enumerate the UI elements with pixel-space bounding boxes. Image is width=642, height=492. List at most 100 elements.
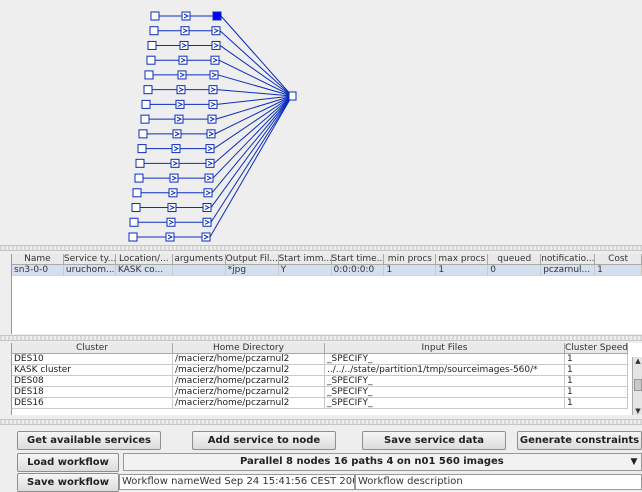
splitter-bottom[interactable] [0, 419, 642, 425]
controls-panel: Get available services Add service to no… [11, 428, 642, 492]
job-col-header[interactable]: Start time... [331, 254, 385, 265]
job-col-header[interactable]: queued [488, 254, 542, 265]
table-cell[interactable]: DES10 [12, 354, 173, 365]
scroll-down-icon[interactable]: ▼ [634, 407, 642, 415]
workflow-graph[interactable] [0, 0, 642, 246]
graph-node[interactable] [135, 158, 145, 168]
graph-node-selected[interactable] [212, 11, 222, 21]
table-cell[interactable]: DES18 [12, 387, 173, 398]
table-cell[interactable]: /macierz/home/pczarnul2 [173, 354, 325, 365]
table-row[interactable]: DES16/macierz/home/pczarnul2 _SPECIFY_ 1 [12, 398, 642, 409]
job-table-header: Name Service ty... Location/... arguments Ou… [12, 254, 642, 265]
table-cell[interactable]: KASK cluster [12, 365, 173, 376]
table-cell[interactable]: /macierz/home/pczarnul2 [173, 376, 325, 387]
col-home-directory-header[interactable]: Home Directory [173, 343, 325, 354]
workflow-select[interactable]: Parallel 8 nodes 16 paths 4 on n01 560 i… [123, 453, 642, 471]
table-cell[interactable]: *jpg [225, 265, 279, 276]
generate-constraints-button[interactable]: Generate constraints [517, 431, 642, 450]
table-cell[interactable]: 1 [384, 265, 437, 276]
get-available-services-button[interactable]: Get available services [17, 431, 161, 450]
cluster-table-scrollbar[interactable]: ▲ ▼ [632, 357, 642, 415]
table-cell[interactable]: /macierz/home/pczarnul2 [173, 365, 325, 376]
graph-node[interactable] [143, 85, 153, 95]
workflow-graph-canvas[interactable] [0, 0, 642, 246]
table-row[interactable]: DES18/macierz/home/pczarnul2 _SPECIFY_ 1 [12, 387, 642, 398]
job-col-header[interactable]: Start imm... [278, 254, 332, 265]
table-cell[interactable]: sn3-0-0 [12, 265, 64, 276]
graph-node[interactable] [128, 232, 138, 242]
graph-node[interactable] [134, 173, 144, 183]
graph-edge [211, 95, 293, 194]
scroll-thumb[interactable] [634, 379, 642, 391]
job-col-header[interactable]: Name [12, 254, 64, 265]
job-col-header[interactable]: arguments [172, 254, 226, 265]
job-col-header[interactable]: Location/... [115, 254, 173, 265]
table-cell[interactable]: _SPECIFY_ [325, 354, 565, 365]
job-col-header[interactable]: notificatio... [541, 254, 596, 265]
table-cell[interactable]: 0:0:0:0:0 [331, 265, 385, 276]
job-col-header[interactable]: max procs [436, 254, 489, 265]
cluster-table-body: DES10/macierz/home/pczarnul2 _SPECIFY_ 1 KA… [12, 354, 642, 409]
table-cell[interactable]: /macierz/home/pczarnul2 [173, 387, 325, 398]
graph-sink-node[interactable] [288, 91, 297, 101]
cluster-table: Cluster Home Directory Input Files Clust… [11, 343, 642, 415]
col-cluster-speed-header[interactable]: Cluster Speed [565, 343, 628, 354]
job-table-body: sn3-0-0 uruchom... KASK co... *jpg Y 0:0:0:0:… [12, 265, 642, 276]
table-cell[interactable] [172, 265, 226, 276]
job-col-header[interactable]: min procs [384, 254, 437, 265]
table-row[interactable]: KASK cluster/macierz/home/pczarnul2 ../..… [12, 365, 642, 376]
table-cell[interactable]: _SPECIFY_ [325, 376, 565, 387]
table-cell[interactable]: DES08 [12, 376, 173, 387]
splitter-top[interactable] [0, 245, 642, 251]
graph-node[interactable] [131, 203, 141, 213]
graph-node[interactable] [137, 144, 147, 154]
add-service-to-node-button[interactable]: Add service to node [192, 431, 336, 450]
graph-node[interactable] [138, 129, 148, 139]
save-service-data-button[interactable]: Save service data [362, 431, 506, 450]
scroll-up-icon[interactable]: ▲ [634, 357, 642, 365]
graph-node[interactable] [129, 217, 139, 227]
table-cell[interactable]: 1 [565, 365, 628, 376]
save-workflow-button[interactable]: Save workflow [17, 473, 119, 492]
table-row[interactable]: sn3-0-0 uruchom... KASK co... *jpg Y 0:0:0:0:… [12, 265, 642, 276]
graph-node[interactable] [140, 114, 150, 124]
job-col-header[interactable]: Output Fil... [225, 254, 279, 265]
table-cell[interactable]: 1 [565, 387, 628, 398]
job-col-header[interactable]: Service ty... [63, 254, 116, 265]
chevron-down-icon[interactable]: ▼ [627, 454, 641, 470]
table-cell[interactable]: /macierz/home/pczarnul2 [173, 398, 325, 409]
table-cell[interactable]: 1 [565, 354, 628, 365]
workflow-name-field[interactable]: Workflow nameWed Sep 24 15:41:56 CEST 20… [119, 474, 355, 490]
table-cell[interactable]: 1 [565, 376, 628, 387]
graph-node[interactable] [149, 26, 159, 36]
table-row[interactable]: DES08/macierz/home/pczarnul2 _SPECIFY_ 1 [12, 376, 642, 387]
table-cell[interactable]: pczarnul... [541, 265, 596, 276]
col-input-files-header[interactable]: Input Files [325, 343, 565, 354]
graph-node[interactable] [146, 55, 156, 65]
table-cell[interactable]: Y [278, 265, 332, 276]
workflow-description-field[interactable]: Workflow description [355, 474, 642, 490]
table-row[interactable]: DES10/macierz/home/pczarnul2 _SPECIFY_ 1 [12, 354, 642, 365]
table-cell[interactable]: uruchom... [63, 265, 116, 276]
job-col-header[interactable]: Cost [595, 254, 642, 265]
graph-node[interactable] [132, 188, 142, 198]
load-workflow-button[interactable]: Load workflow [17, 453, 119, 472]
graph-edge [220, 15, 293, 97]
graph-node[interactable] [150, 11, 160, 21]
table-cell[interactable]: KASK co... [115, 265, 173, 276]
col-cluster-header[interactable]: Cluster [12, 343, 173, 354]
table-cell[interactable]: 1 [436, 265, 489, 276]
graph-node[interactable] [141, 99, 151, 109]
table-cell[interactable]: 1 [595, 265, 642, 276]
table-cell[interactable]: DES16 [12, 398, 173, 409]
graph-edge [210, 95, 293, 208]
table-cell[interactable]: _SPECIFY_ [325, 398, 565, 409]
graph-node[interactable] [147, 40, 157, 50]
table-cell[interactable]: 1 [565, 398, 628, 409]
graph-edge [210, 95, 293, 223]
splitter-middle[interactable] [0, 335, 642, 341]
table-cell[interactable]: _SPECIFY_ [325, 387, 565, 398]
table-cell[interactable]: ../../../state/partition1/tmp/sourceimag… [325, 365, 565, 376]
table-cell[interactable]: 0 [488, 265, 542, 276]
graph-node[interactable] [144, 70, 154, 80]
